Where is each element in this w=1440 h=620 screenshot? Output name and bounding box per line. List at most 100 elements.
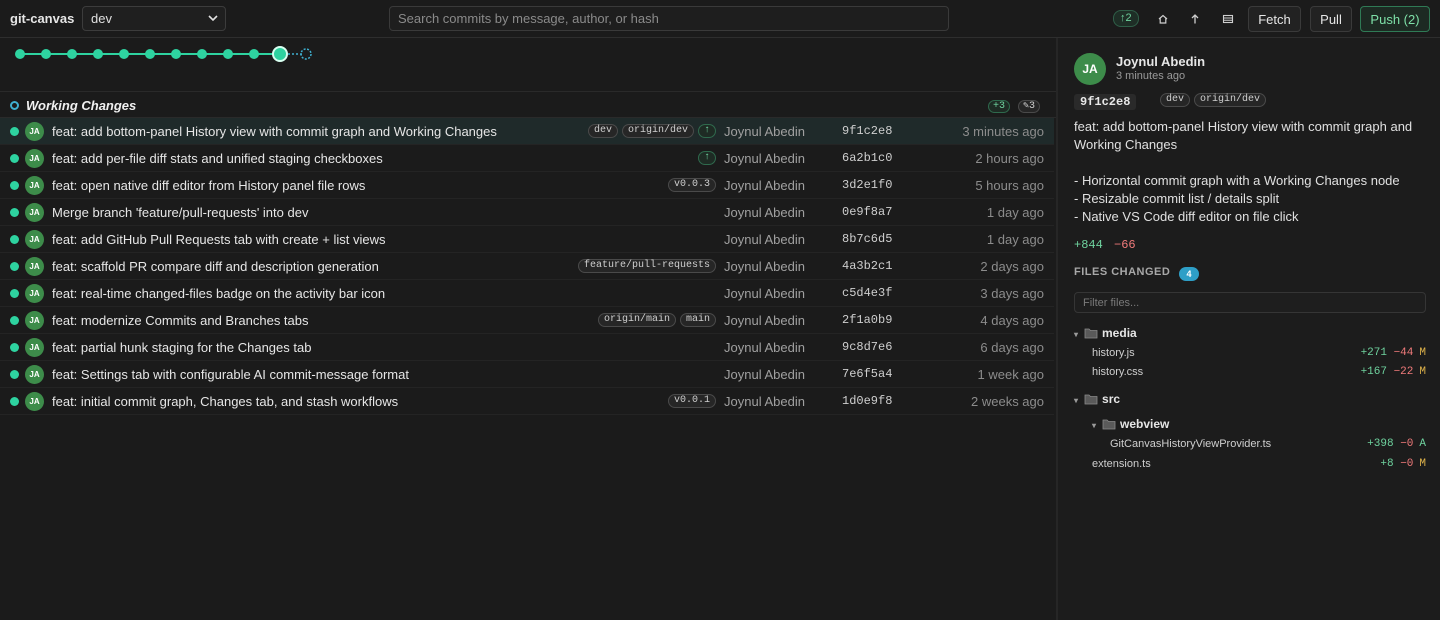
- commit-row[interactable]: JA feat: real-time changed-files badge on…: [0, 280, 1054, 307]
- ref-badge: origin/dev: [621, 124, 694, 138]
- unpushed-arrow-icon: ↑: [697, 151, 716, 165]
- avatar: JA: [25, 284, 44, 303]
- commit-refs: v0.0.1: [667, 394, 716, 408]
- commit-author: Joynul Abedin: [724, 178, 805, 193]
- commit-graph-svg: [15, 46, 312, 62]
- commit-row[interactable]: JA feat: scaffold PR compare diff and des…: [0, 253, 1054, 280]
- folder-icon: [1084, 394, 1098, 405]
- history-panel: Working Changes +3 ✎3 JA feat: add bottom…: [0, 38, 1056, 620]
- commit-hash[interactable]: 4a3b2c1: [842, 259, 892, 273]
- working-changes-label: Working Changes: [26, 98, 137, 113]
- file-row[interactable]: extension.ts +8 −0 M: [1092, 458, 1426, 474]
- folder-name: media: [1102, 326, 1137, 340]
- folder-name: webview: [1120, 417, 1170, 431]
- additions-count: +844: [1074, 238, 1103, 252]
- working-changes-row[interactable]: Working Changes +3 ✎3: [0, 93, 1056, 118]
- commit-row[interactable]: JA feat: add per-file diff stats and unif…: [0, 145, 1054, 172]
- commit-message: feat: add bottom-panel History view with…: [52, 124, 497, 139]
- commit-row[interactable]: JA feat: initial commit graph, Changes ta…: [0, 388, 1054, 415]
- graph-node-working-changes[interactable]: [300, 48, 312, 60]
- commit-row[interactable]: JA feat: open native diff editor from His…: [0, 172, 1054, 199]
- commit-author: Joynul Abedin: [724, 259, 805, 274]
- modified-count-badge: ✎3: [1018, 100, 1041, 113]
- unpushed-arrow-icon: ↑: [697, 124, 716, 138]
- graph-node[interactable]: [93, 49, 103, 59]
- file-row[interactable]: history.js +271 −44 M: [1092, 347, 1426, 363]
- fetch-button[interactable]: Fetch: [1248, 6, 1301, 32]
- toolbar: git-canvas dev ↑2 Fetch Pull Push (2): [0, 0, 1440, 38]
- details-refs: dev origin/dev: [1160, 93, 1267, 107]
- folder-row[interactable]: ▾ media: [1074, 326, 1137, 342]
- file-diff-stats: +398 −0 A: [1367, 438, 1426, 450]
- commit-author: Joynul Abedin: [724, 232, 805, 247]
- details-hash[interactable]: 9f1c2e8: [1074, 94, 1137, 110]
- filter-files-input[interactable]: [1074, 292, 1426, 313]
- app-title: git-canvas: [10, 11, 75, 26]
- commit-node-icon: [10, 316, 19, 325]
- commit-row[interactable]: JA feat: add GitHub Pull Requests tab wit…: [0, 226, 1054, 253]
- commit-row[interactable]: JA feat: modernize Commits and Branches t…: [0, 307, 1054, 334]
- graph-node[interactable]: [223, 49, 233, 59]
- graph-node[interactable]: [145, 49, 155, 59]
- home-icon[interactable]: [1152, 8, 1174, 30]
- avatar: JA: [25, 311, 44, 330]
- message-line: - Resizable commit list / details split: [1074, 191, 1280, 206]
- commit-hash[interactable]: 0e9f8a7: [842, 205, 892, 219]
- file-additions: +398: [1367, 438, 1394, 450]
- commit-node-icon: [10, 262, 19, 271]
- commit-row[interactable]: JA feat: partial hunk staging for the Cha…: [0, 334, 1054, 361]
- graph-node[interactable]: [249, 49, 259, 59]
- file-additions: +8: [1380, 458, 1394, 470]
- branch-select[interactable]: dev: [82, 6, 226, 31]
- ref-badge: v0.0.3: [667, 178, 716, 192]
- graph-node[interactable]: [67, 49, 77, 59]
- commit-hash[interactable]: 7e6f5a4: [842, 367, 892, 381]
- graph-node[interactable]: [15, 49, 25, 59]
- ahead-count-badge: ↑2: [1113, 10, 1139, 27]
- file-row[interactable]: history.css +167 −22 M: [1092, 366, 1426, 382]
- commit-hash[interactable]: 8b7c6d5: [842, 232, 892, 246]
- commit-details: JA Joynul Abedin 3 minutes ago 9f1c2e8 d…: [1058, 38, 1440, 620]
- commit-hash[interactable]: 1d0e9f8: [842, 394, 892, 408]
- commit-node-icon: [10, 127, 19, 136]
- commit-hash[interactable]: 3d2e1f0: [842, 178, 892, 192]
- commit-hash[interactable]: 9c8d7e6: [842, 340, 892, 354]
- commit-author: Joynul Abedin: [724, 286, 805, 301]
- graph-node[interactable]: [197, 49, 207, 59]
- file-additions: +271: [1360, 347, 1387, 359]
- folder-row[interactable]: ▾ webview: [1092, 417, 1169, 433]
- search-input[interactable]: [389, 6, 949, 31]
- commit-row[interactable]: JA feat: Settings tab with configurable A…: [0, 361, 1054, 388]
- commit-row[interactable]: JA Merge branch 'feature/pull-requests' i…: [0, 199, 1054, 226]
- pull-button[interactable]: Pull: [1310, 6, 1352, 32]
- commit-author: Joynul Abedin: [724, 151, 805, 166]
- push-button[interactable]: Push (2): [1360, 6, 1430, 32]
- avatar: JA: [25, 392, 44, 411]
- ref-badge: feature/pull-requests: [577, 259, 716, 273]
- file-diff-stats: +8 −0 M: [1380, 458, 1426, 470]
- commit-time: 3 minutes ago: [962, 124, 1044, 139]
- folder-row[interactable]: ▾ src: [1074, 392, 1120, 408]
- commit-author: Joynul Abedin: [724, 205, 805, 220]
- graph-node-head[interactable]: [272, 46, 288, 62]
- panel-icon[interactable]: [1217, 8, 1239, 30]
- commit-hash[interactable]: 2f1a0b9: [842, 313, 892, 327]
- graph-node[interactable]: [171, 49, 181, 59]
- commit-row[interactable]: JA feat: add bottom-panel History view wi…: [0, 118, 1054, 145]
- commit-time: 5 hours ago: [975, 178, 1044, 193]
- avatar: JA: [25, 230, 44, 249]
- file-row[interactable]: GitCanvasHistoryViewProvider.ts +398 −0 A: [1110, 438, 1426, 454]
- commit-hash[interactable]: 9f1c2e8: [842, 124, 892, 138]
- diff-stats: +844 −66: [1074, 238, 1136, 252]
- commit-hash[interactable]: c5d4e3f: [842, 286, 892, 300]
- arrow-up-icon[interactable]: [1184, 8, 1206, 30]
- graph-node[interactable]: [41, 49, 51, 59]
- working-changes-node-icon: [10, 101, 19, 110]
- graph-node[interactable]: [119, 49, 129, 59]
- file-deletions: −22: [1393, 366, 1414, 378]
- commit-hash[interactable]: 6a2b1c0: [842, 151, 892, 165]
- ref-badge: main: [679, 313, 716, 327]
- ref-badge: dev: [587, 124, 618, 138]
- ref-badge: v0.0.1: [667, 394, 716, 408]
- file-status: M: [1419, 458, 1426, 470]
